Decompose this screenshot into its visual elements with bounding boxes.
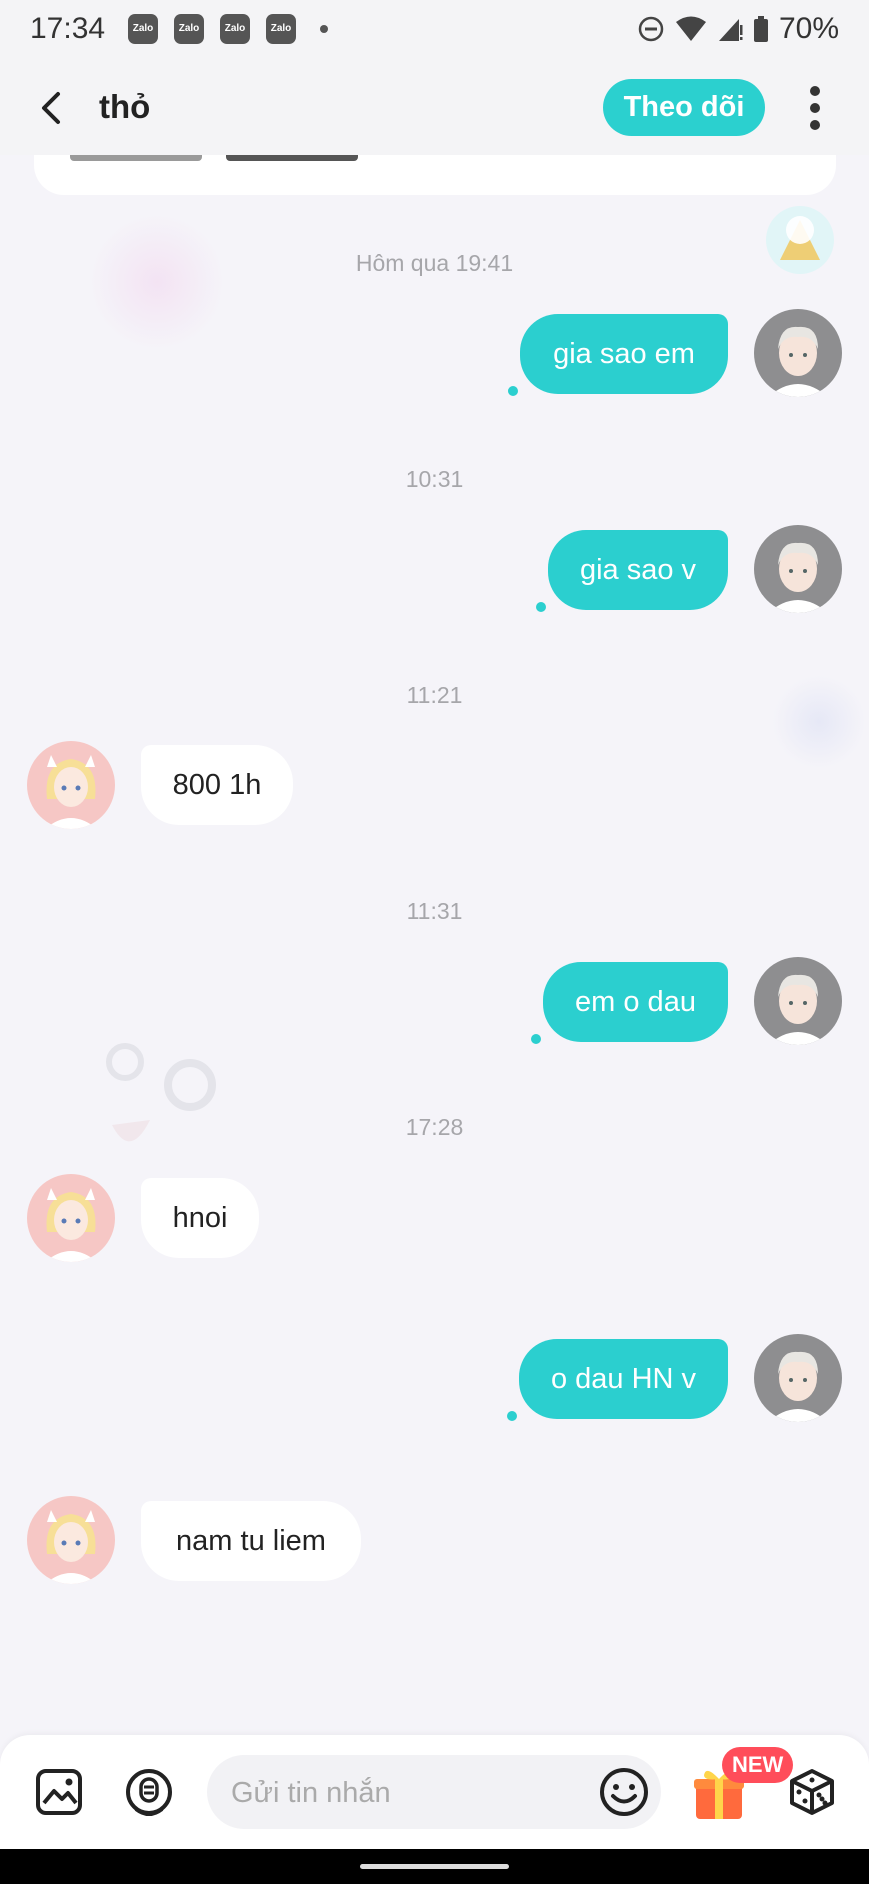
background-ghost-decoration	[106, 1043, 216, 1142]
zalo-notification-icon: Zalo	[128, 14, 158, 44]
outgoing-message[interactable]: gia sao v	[548, 530, 728, 610]
zalo-notification-icon: Zalo	[266, 14, 296, 44]
status-bar: 17:34 Zalo Zalo Zalo Zalo 70%	[0, 0, 869, 60]
voice-icon[interactable]	[122, 1765, 176, 1819]
new-badge: NEW	[722, 1747, 794, 1783]
zalo-notification-icon: Zalo	[174, 14, 204, 44]
sent-status-dot	[531, 1034, 541, 1044]
my-avatar[interactable]	[754, 957, 842, 1045]
message-input-container	[207, 1755, 661, 1831]
contact-avatar[interactable]	[27, 741, 115, 829]
boy-avatar-icon	[754, 309, 842, 397]
timestamp: Hôm qua 19:41	[355, 250, 514, 276]
wifi-icon	[675, 16, 706, 41]
message-input[interactable]	[229, 1755, 593, 1831]
system-navigation-bar	[0, 1849, 869, 1884]
follow-button[interactable]: Theo dõi	[603, 79, 765, 136]
more-notifications-dot	[320, 25, 328, 33]
outgoing-message[interactable]: gia sao em	[520, 314, 728, 394]
more-vertical-icon[interactable]	[800, 82, 830, 134]
do-not-disturb-icon	[638, 16, 664, 42]
girl-avatar-icon	[27, 1174, 115, 1262]
chat-header: thỏ Theo dõi	[0, 60, 869, 155]
pinned-card[interactable]	[34, 155, 836, 195]
background-decoration	[92, 210, 222, 354]
incoming-message[interactable]: nam tu liem	[141, 1501, 361, 1581]
sent-status-dot	[508, 386, 518, 396]
status-time: 17:34	[30, 12, 106, 45]
contact-avatar[interactable]	[27, 1174, 115, 1262]
incoming-message[interactable]: 800 1h	[141, 745, 293, 825]
timestamp: 17:28	[405, 1114, 464, 1140]
girl-avatar-icon	[27, 741, 115, 829]
outgoing-message[interactable]: em o dau	[543, 962, 728, 1042]
sent-status-dot	[536, 602, 546, 612]
contact-avatar[interactable]	[27, 1496, 115, 1584]
boy-avatar-icon	[754, 525, 842, 613]
dice-icon[interactable]	[786, 1765, 838, 1817]
home-indicator[interactable]	[360, 1864, 509, 1869]
status-indicators: 70%	[637, 12, 839, 46]
image-icon[interactable]	[32, 1765, 86, 1819]
my-avatar[interactable]	[754, 309, 842, 397]
pinned-thumbnail	[226, 155, 358, 161]
my-avatar[interactable]	[754, 525, 842, 613]
battery-icon	[753, 16, 768, 42]
my-avatar[interactable]	[754, 1334, 842, 1422]
timestamp: 10:31	[405, 466, 464, 492]
boy-avatar-icon	[754, 957, 842, 1045]
sent-status-dot	[507, 1411, 517, 1421]
battery-percentage: 70%	[778, 12, 839, 45]
signal-icon	[718, 19, 743, 41]
timestamp: 11:31	[406, 898, 463, 924]
message-composer: NEW	[0, 1735, 869, 1849]
incoming-message[interactable]: hnoi	[141, 1178, 259, 1258]
pinned-thumbnail	[70, 155, 202, 161]
zalo-notification-icon: Zalo	[220, 14, 250, 44]
emoji-icon[interactable]	[597, 1765, 651, 1819]
timestamp: 11:21	[406, 682, 463, 708]
chat-title[interactable]: thỏ	[99, 88, 150, 126]
back-arrow-icon[interactable]	[30, 86, 74, 130]
outgoing-message[interactable]: o dau HN v	[519, 1339, 728, 1419]
boy-avatar-icon	[754, 1334, 842, 1422]
girl-avatar-icon	[27, 1496, 115, 1584]
